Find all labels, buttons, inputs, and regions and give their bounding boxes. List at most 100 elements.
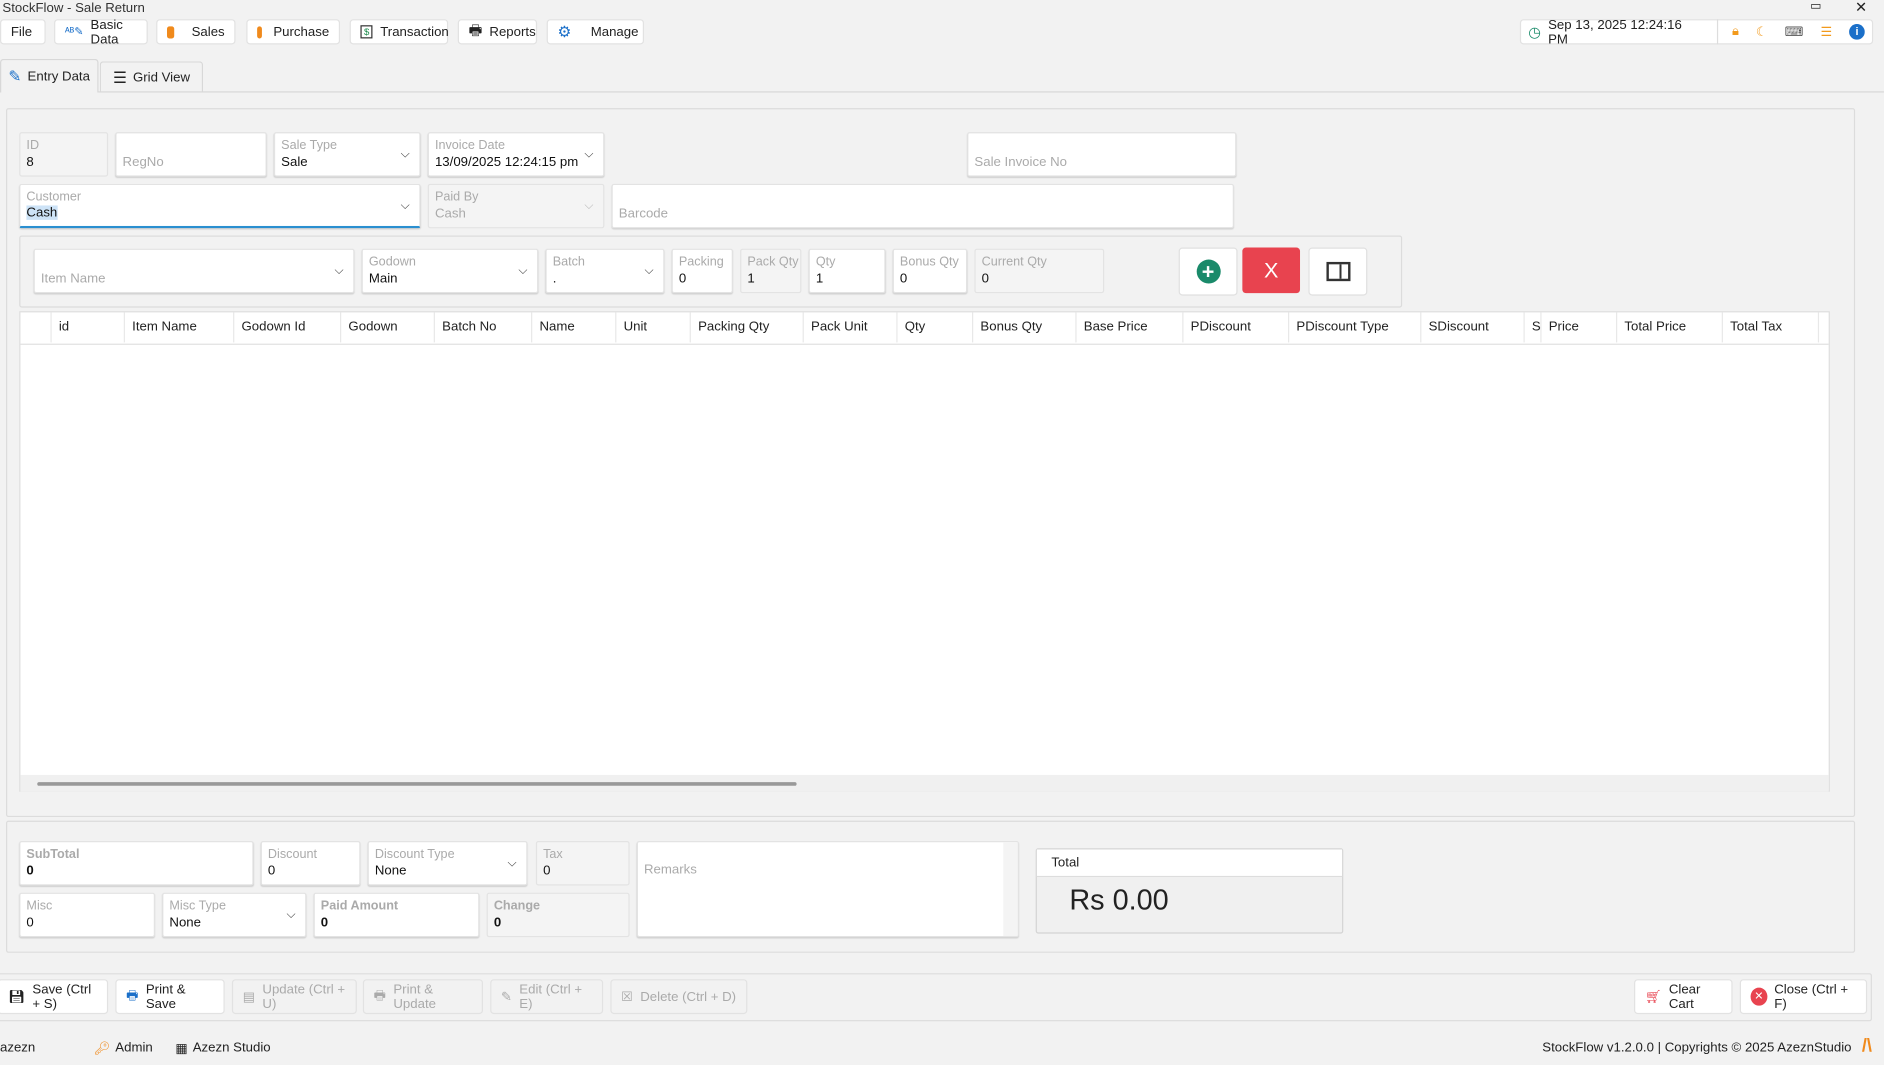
invoice-date-picker[interactable]: Invoice Date 13/09/2025 12:24:15 pm ⌵	[427, 132, 605, 177]
id-field: ID 8	[19, 132, 109, 177]
field-text: Remarks	[644, 862, 697, 878]
menu-sales[interactable]: Sales	[156, 19, 236, 45]
qty-input[interactable]: Qty 1	[808, 248, 886, 294]
chevron-down-icon: ⌵	[518, 264, 528, 278]
batch-select[interactable]: Batch. ⌵	[545, 248, 665, 294]
column-header[interactable]: Total Price	[1617, 312, 1723, 343]
column-header[interactable]: Godown Id	[234, 312, 342, 343]
close-window-icon[interactable]: ✕	[1855, 0, 1867, 14]
clear-cart-button[interactable]: 🛒︎ Clear Cart	[1634, 979, 1733, 1015]
print-icon: 🖶	[126, 988, 139, 1004]
packing-input[interactable]: Packing 0	[671, 248, 733, 294]
close-circle-icon: ✕	[1750, 987, 1768, 1006]
column-header[interactable]: PDiscount	[1183, 312, 1290, 343]
field-text: Bonus Qty	[899, 254, 959, 270]
sale-invoice-no-input[interactable]: Sale Invoice No	[967, 132, 1237, 177]
field-text: None	[374, 863, 407, 879]
tab-label: Entry Data	[27, 69, 90, 84]
row-header-corner	[20, 312, 52, 343]
scrollbar-thumb[interactable]	[37, 782, 797, 786]
total-value: Rs 0.00	[1069, 884, 1169, 917]
footer-user: azezn	[0, 1040, 36, 1055]
columns-button[interactable]	[1308, 247, 1368, 296]
change-field: Change 0	[486, 892, 630, 938]
datetime: Sep 13, 2025 12:24:16 PM	[1548, 17, 1682, 47]
footer-copyright: StockFlow v1.2.0.0 | Copyrights © 2025 A…	[1542, 1040, 1852, 1055]
discount-input[interactable]: Discount 0	[260, 841, 361, 886]
godown-select[interactable]: Godown Main ⌵	[361, 248, 539, 294]
column-header[interactable]: Price	[1542, 312, 1618, 343]
pen-ab-icon: ᴬᴮ✎	[64, 25, 84, 38]
column-header[interactable]: Name	[532, 312, 617, 343]
menu-purchase[interactable]: Purchase	[246, 19, 341, 45]
field-text: Discount Type	[374, 847, 455, 862]
moon-icon[interactable]: ☾	[1756, 24, 1768, 39]
item-name-select[interactable]: Item Name ⌵	[33, 248, 355, 294]
column-header[interactable]: SDiscount	[1421, 312, 1525, 343]
column-header[interactable]: Packing Qty	[691, 312, 804, 343]
database-icon[interactable]: ☰	[1821, 24, 1833, 39]
customer-select[interactable]: Customer Cash ⌵	[19, 183, 421, 229]
field-text: Sale Invoice No	[974, 154, 1067, 170]
sale-type-select[interactable]: Sale Type Sale ⌵	[273, 132, 421, 177]
column-header[interactable]: Total Tax	[1723, 312, 1820, 343]
role-label: Admin	[115, 1040, 153, 1055]
tab-entry-data[interactable]: ✎ Entry Data	[0, 58, 99, 93]
misc-input[interactable]: Misc 0	[19, 892, 155, 938]
items-grid[interactable]: id Item Name Godown Id Godown Batch No Name Un…	[19, 311, 1830, 792]
menu-reports[interactable]: 🖶 Reports	[457, 19, 538, 45]
column-header[interactable]: Batch No	[435, 312, 533, 343]
column-header[interactable]: Godown	[341, 312, 435, 343]
field-text: Discount	[267, 847, 318, 862]
bonus-qty-input[interactable]: Bonus Qty 0	[892, 248, 968, 294]
field-text: Customer	[26, 189, 82, 205]
column-header[interactable]: Qty	[898, 312, 974, 343]
chevron-down-icon: ⌵	[507, 856, 517, 870]
save-button[interactable]: 💾︎ Save (Ctrl + S)	[0, 979, 109, 1015]
dollar-doc-icon: $	[360, 25, 374, 39]
keyboard-icon[interactable]: ⌨	[1785, 24, 1804, 39]
regno-input[interactable]: RegNo	[115, 132, 267, 177]
field-text: Sale	[281, 154, 308, 170]
column-header[interactable]: Base Price	[1077, 312, 1184, 343]
chevron-down-icon: ⌵	[400, 147, 410, 162]
paid-amount-input[interactable]: Paid Amount 0	[313, 892, 480, 938]
field-text: Change	[493, 898, 541, 914]
remarks-input[interactable]: Remarks	[636, 841, 1019, 938]
horizontal-scrollbar[interactable]	[20, 774, 1829, 792]
pack-qty-field: Pack Qty 1	[740, 248, 802, 294]
menu-basic-data[interactable]: ᴬᴮ✎ Basic Data	[54, 17, 148, 46]
menu-manage[interactable]: ⚙ Manage	[546, 19, 645, 45]
chevron-down-icon: ⌵	[334, 264, 344, 278]
paid-by-select: Paid By Cash ⌵	[427, 183, 605, 229]
column-header[interactable]: Item Name	[125, 312, 235, 343]
gear-icon: ⚙	[557, 22, 572, 41]
field-text: Qty	[815, 254, 836, 270]
column-header[interactable]: id	[52, 312, 125, 343]
add-item-button[interactable]: +	[1178, 247, 1238, 296]
footer-company: ▦ Azezn Studio	[175, 1040, 270, 1056]
delete-icon: ☒	[621, 990, 634, 1005]
barcode-input[interactable]: Barcode	[611, 183, 1234, 229]
column-header[interactable]: PDiscount Type	[1289, 312, 1422, 343]
restore-icon[interactable]: ▭	[1810, 0, 1821, 14]
column-header[interactable]: S	[1525, 312, 1542, 343]
discount-type-select[interactable]: Discount Type None ⌵	[367, 841, 528, 886]
misc-type-select[interactable]: Misc Type None ⌵	[162, 892, 307, 938]
field-text: Tax	[543, 847, 563, 862]
field-text: Misc Type	[169, 898, 226, 914]
column-header[interactable]: Pack Unit	[804, 312, 898, 343]
info-icon[interactable]: i	[1849, 24, 1865, 40]
menu-transaction[interactable]: $ Transaction	[349, 19, 449, 45]
print-save-button[interactable]: 🖶 Print & Save	[115, 979, 225, 1015]
field-text: 0	[26, 863, 34, 879]
tab-grid-view[interactable]: ☰ Grid View	[99, 61, 204, 93]
field-text: Batch	[552, 254, 585, 270]
menu-file[interactable]: File	[0, 19, 46, 45]
remove-item-button[interactable]: X	[1242, 247, 1301, 294]
lock-icon[interactable]: 🔒︎	[1732, 24, 1739, 40]
column-header[interactable]: Unit	[616, 312, 691, 343]
close-button[interactable]: ✕ Close (Ctrl + F)	[1739, 979, 1868, 1015]
column-header[interactable]: Bonus Qty	[973, 312, 1077, 343]
total-label: Total	[1036, 849, 1343, 878]
